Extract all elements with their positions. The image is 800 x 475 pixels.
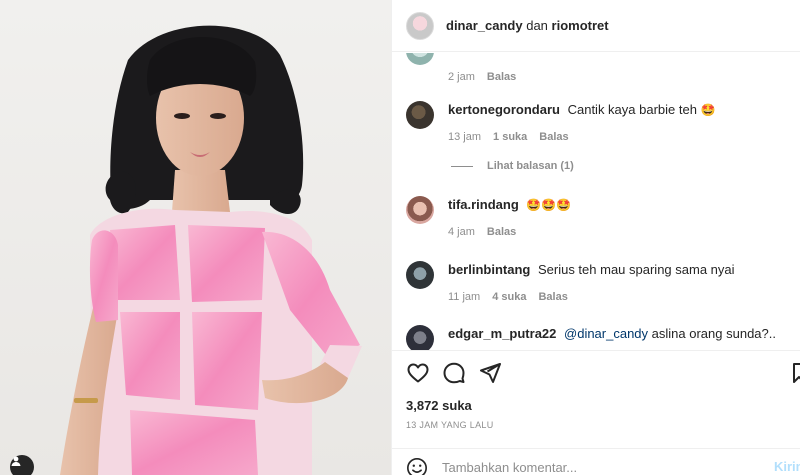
comment-input[interactable] — [442, 456, 742, 475]
star-struck-emoji: 🤩🤩🤩 — [526, 198, 572, 212]
reply-button[interactable]: Balas — [539, 131, 568, 143]
comment-time[interactable]: 2 jam — [448, 71, 475, 83]
post-authors: dinar_candy dan riomotret — [446, 18, 609, 33]
post-actions-bar — [392, 350, 800, 394]
emoji-icon[interactable] — [406, 457, 428, 475]
post-photo[interactable] — [0, 0, 391, 475]
comment-meta: 13 jam 1 suka Balas — [448, 131, 716, 143]
comment-text: berlinbintang Serius teh mau sparing sam… — [448, 261, 735, 279]
bookmark-icon[interactable] — [792, 361, 800, 385]
comment-username[interactable]: kertonegorondaru — [448, 102, 560, 117]
comment-body: Serius teh mau sparing sama nyai — [537, 262, 735, 277]
view-replies-button[interactable]: Lihat balasan (1) — [451, 160, 574, 172]
comments-list[interactable]: 2 jam Balas kertonegorondaru Cantik kaya… — [392, 53, 800, 350]
comment-text: kertonegorondaru Cantik kaya barbie teh … — [448, 101, 716, 119]
comment-body: aslina orang sunda?.. — [651, 326, 776, 341]
view-replies-label: Lihat balasan (1) — [487, 160, 574, 172]
heart-icon[interactable] — [406, 361, 430, 385]
collaborator-username[interactable]: riomotret — [552, 18, 609, 33]
owner-username[interactable]: dinar_candy — [446, 18, 523, 33]
comment-text: tifa.rindang 🤩🤩🤩 — [448, 196, 571, 214]
comment-text: edgar_m_putra22 @dinar_candy aslina oran… — [448, 325, 776, 343]
comment-like-count[interactable]: 1 suka — [493, 131, 527, 143]
commenter-avatar[interactable] — [406, 261, 434, 289]
authors-conjunction: dan — [526, 18, 548, 33]
comment-time[interactable]: 13 jam — [448, 131, 481, 143]
comment-time[interactable]: 4 jam — [448, 226, 475, 238]
replies-divider — [451, 165, 473, 167]
owner-avatar[interactable] — [406, 11, 434, 40]
comment-item: edgar_m_putra22 @dinar_candy aslina oran… — [406, 325, 776, 350]
likes-count[interactable]: 3,872 suka — [406, 398, 472, 413]
photo-illustration — [60, 25, 362, 475]
commenter-avatar[interactable] — [406, 196, 434, 224]
comment-like-count[interactable]: 4 suka — [492, 291, 526, 303]
comment-text — [448, 53, 516, 55]
post-header: dinar_candy dan riomotret — [392, 0, 800, 52]
tagged-users-button[interactable] — [10, 455, 34, 475]
commenter-avatar[interactable] — [406, 101, 434, 129]
post-details-panel: dinar_candy dan riomotret 2 jam Balas ke… — [391, 0, 800, 475]
star-struck-emoji: 🤩 — [700, 103, 716, 117]
comment-item: tifa.rindang 🤩🤩🤩 4 jam Balas — [406, 196, 571, 238]
commenter-avatar[interactable] — [406, 53, 434, 65]
comment-time[interactable]: 11 jam — [448, 291, 480, 303]
reply-button[interactable]: Balas — [487, 71, 516, 83]
comment-icon[interactable] — [442, 361, 466, 385]
paper-plane-icon[interactable] — [478, 361, 502, 385]
comment-body: Cantik kaya barbie teh — [567, 102, 697, 117]
person-icon — [11, 456, 21, 466]
post-comment-button[interactable]: Kirim — [774, 459, 800, 474]
comment-username[interactable]: edgar_m_putra22 — [448, 326, 556, 341]
comment-item: 2 jam Balas — [406, 53, 516, 83]
commenter-avatar[interactable] — [406, 325, 434, 350]
comment-item: kertonegorondaru Cantik kaya barbie teh … — [406, 101, 716, 143]
add-comment-bar: Kirim — [392, 448, 800, 475]
comment-meta: 4 jam Balas — [448, 226, 571, 238]
reply-button[interactable]: Balas — [538, 291, 567, 303]
comment-mention[interactable]: @dinar_candy — [564, 326, 648, 341]
comment-username[interactable]: berlinbintang — [448, 262, 530, 277]
comment-username[interactable]: tifa.rindang — [448, 197, 519, 212]
post-timestamp[interactable]: 13 JAM YANG LALU — [406, 420, 494, 430]
comment-meta: 2 jam Balas — [448, 71, 516, 83]
comment-item: berlinbintang Serius teh mau sparing sam… — [406, 261, 735, 303]
instagram-post-modal: dinar_candy dan riomotret 2 jam Balas ke… — [0, 0, 800, 475]
reply-button[interactable]: Balas — [487, 226, 516, 238]
comment-meta: 11 jam 4 suka Balas — [448, 291, 735, 303]
